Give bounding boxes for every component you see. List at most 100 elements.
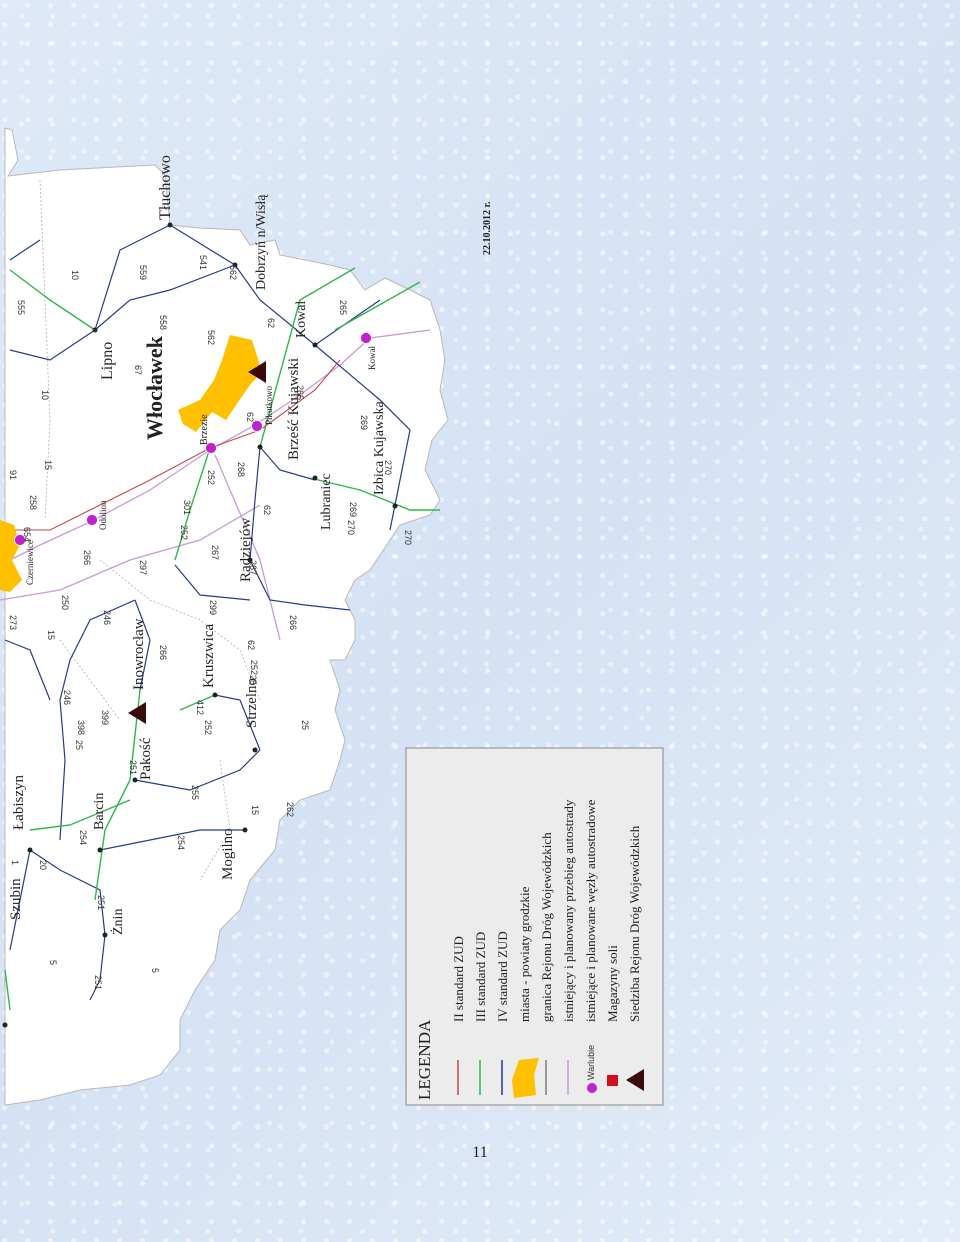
road-number: 25 [248, 675, 258, 685]
road-number: 10 [70, 270, 80, 280]
page-number: 11 [472, 1144, 488, 1161]
road-number: 5 [150, 968, 160, 973]
road-number: 251 [128, 760, 138, 775]
road-number: 299 [208, 600, 218, 615]
legend-title: LEGENDA [415, 1019, 434, 1100]
legend-label: granica Rejonu Dróg Wojewódzkich [539, 832, 554, 1022]
node-swatch [587, 1083, 597, 1093]
town-label: Mogilno [220, 828, 236, 880]
salt-storage-swatch [607, 1075, 618, 1086]
road-number: 252 [203, 720, 213, 735]
road-number: 258 [28, 495, 38, 510]
town-label: Pakość [138, 737, 154, 780]
road-number: 25 [300, 720, 310, 730]
town-label: Tłuchowo [157, 155, 174, 220]
road-number: 398 [76, 720, 86, 735]
road-number: 62 [246, 640, 256, 650]
town-label: Brześć Kujawski [286, 358, 302, 460]
road-number: 269 [359, 415, 369, 430]
legend-label: IV standard ZUD [495, 931, 510, 1022]
road-number: 412 [195, 700, 205, 715]
road-number: 15 [250, 805, 260, 815]
date-note: 22.10.2012 r. [482, 201, 493, 255]
road-number: 62 [262, 505, 272, 515]
town-label: Lipno [99, 342, 116, 380]
legend-label: III standard ZUD [473, 932, 488, 1022]
road-number: 562 [206, 330, 216, 345]
road-number: 255 [190, 785, 200, 800]
road-number: 266 [82, 550, 92, 565]
region-title: Włocławek [142, 335, 167, 440]
town-label: Żnin [110, 909, 126, 935]
road-number: 270 [346, 520, 356, 535]
town-label: Czerniewice [25, 540, 35, 585]
road-number: 268 [236, 462, 246, 477]
road-number: 266 [158, 645, 168, 660]
road-number: 541 [198, 255, 208, 270]
road-number: 266 [288, 615, 298, 630]
legend-label: istniejący i planowany przebieg autostra… [561, 799, 576, 1022]
road-number: 254 [176, 835, 186, 850]
road-number: 265 [338, 300, 348, 315]
road-number: 10 [40, 390, 50, 400]
road-number: 91 [8, 470, 18, 480]
town-label: Łabiszyn [11, 775, 27, 830]
town-label: Inowrocław [131, 618, 147, 690]
road-number: 252 [249, 660, 259, 675]
town-label: Barcin [92, 793, 107, 830]
road-number: 251 [96, 895, 106, 910]
town-label: Izbica Kujawska [372, 401, 387, 495]
road-number: 267 [248, 560, 258, 575]
road-number: 1 [10, 860, 20, 865]
legend-label: Magazyny soli [605, 945, 620, 1022]
legend-sublabel: Warlubie [586, 1045, 596, 1080]
road-number: 252 [179, 525, 189, 540]
road-number: 251 [93, 975, 103, 990]
legend-label: Siedziba Rejonu Dróg Wojewódzkich [627, 825, 642, 1022]
road-number: 254 [78, 830, 88, 845]
road-number: 250 [60, 595, 70, 610]
road-number: 562 [228, 265, 238, 280]
road-number: 269 [348, 502, 358, 517]
road-number: 270 [383, 460, 393, 475]
legend-label: istniejące i planowane węzły autostradow… [583, 799, 598, 1022]
town-label: Kowal [367, 346, 377, 370]
node-pikutkowo [251, 420, 263, 432]
road-number: 558 [158, 315, 168, 330]
town-label: Brzezie [199, 414, 210, 445]
town-label: Szubin [8, 878, 24, 920]
legend-item: Warlubie istniejące i planowane węzły aut… [583, 799, 598, 1093]
road-number: 262 [285, 802, 295, 817]
road-number: 62 [266, 318, 276, 328]
node-kowal [360, 332, 372, 344]
legend-label: II standard ZUD [451, 936, 466, 1022]
road-number: 25 [74, 740, 84, 750]
road-number: 246 [62, 690, 72, 705]
road-number: 15 [43, 460, 53, 470]
road-number: 267 [210, 545, 220, 560]
road-number: 399 [100, 710, 110, 725]
town-label: Odolion [98, 500, 108, 530]
town-label: Strzelno [244, 678, 260, 728]
town-label: Pikutkowo [264, 385, 274, 425]
legend: LEGENDA II standard ZUD III standard ZUD I… [405, 747, 664, 1106]
road-number: 270 [403, 530, 413, 545]
town-label: Lubraniec [319, 473, 334, 530]
road-number: 265 [295, 385, 305, 400]
road-number: 62 [245, 412, 255, 422]
road-number: 654 [22, 527, 32, 542]
legend-box [405, 747, 664, 1106]
road-number: 252 [206, 470, 216, 485]
road-number: 20 [38, 860, 48, 870]
road-number: 559 [138, 265, 148, 280]
town-label: Kruszwica [201, 624, 217, 688]
town-label: Kowal [294, 301, 309, 338]
road-number: 5 [48, 960, 58, 965]
road-number: 555 [16, 300, 26, 315]
road-number: 301 [182, 500, 192, 515]
legend-label: miasta - powiaty grodzkie [517, 886, 532, 1022]
road-number: 297 [138, 560, 148, 575]
road-number: 15 [46, 630, 56, 640]
node-odolion [86, 514, 98, 526]
town-label: Dobrzyń n/Wisłą [254, 194, 269, 290]
